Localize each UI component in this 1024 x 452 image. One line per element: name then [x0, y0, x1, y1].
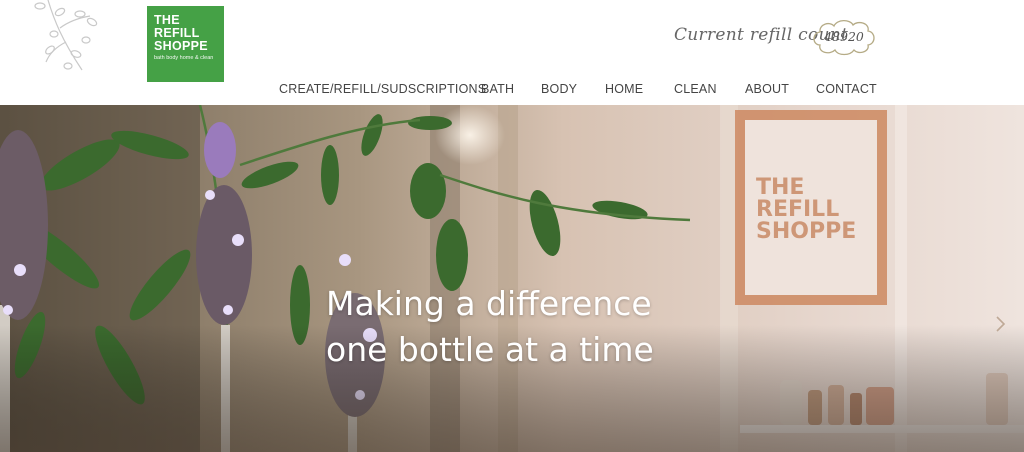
refill-count-value: 48920 — [824, 29, 864, 44]
site-header: THE REFILL SHOPPE bath body home & clean… — [0, 0, 1024, 105]
nav-item-create-refill-subscriptions[interactable]: CREATE/REFILL/SUDSCRIPTIONS — [279, 82, 486, 96]
hero-line-1: Making a difference — [326, 284, 652, 323]
hero-headline: Making a difference one bottle at a time — [326, 281, 746, 373]
nav-item-bath[interactable]: BATH — [481, 82, 514, 96]
logo-tagline: bath body home & clean — [154, 55, 214, 61]
logo-line-3: SHOPPE — [154, 39, 208, 53]
nav-item-home[interactable]: HOME — [605, 82, 643, 96]
sign-line-1: THE — [756, 175, 805, 200]
hero-background-image — [0, 105, 1024, 452]
chevron-right-icon[interactable] — [994, 315, 1006, 333]
nav-item-body[interactable]: BODY — [541, 82, 577, 96]
nav-item-about[interactable]: ABOUT — [745, 82, 789, 96]
brand-logo[interactable]: THE REFILL SHOPPE bath body home & clean — [147, 6, 224, 82]
nav-item-contact[interactable]: CONTACT — [816, 82, 877, 96]
background-sign: THE REFILL SHOPPE — [756, 177, 866, 243]
nav-item-clean[interactable]: CLEAN — [674, 82, 717, 96]
hero-banner: THE REFILL SHOPPE Making a difference on… — [0, 105, 1024, 452]
sign-line-3: SHOPPE — [756, 219, 857, 244]
sign-line-2: REFILL — [756, 197, 840, 222]
hero-line-2: one bottle at a time — [326, 330, 654, 369]
branch-decoration-icon — [34, 0, 98, 71]
refill-counter: Current refill count 48920 — [672, 15, 882, 59]
